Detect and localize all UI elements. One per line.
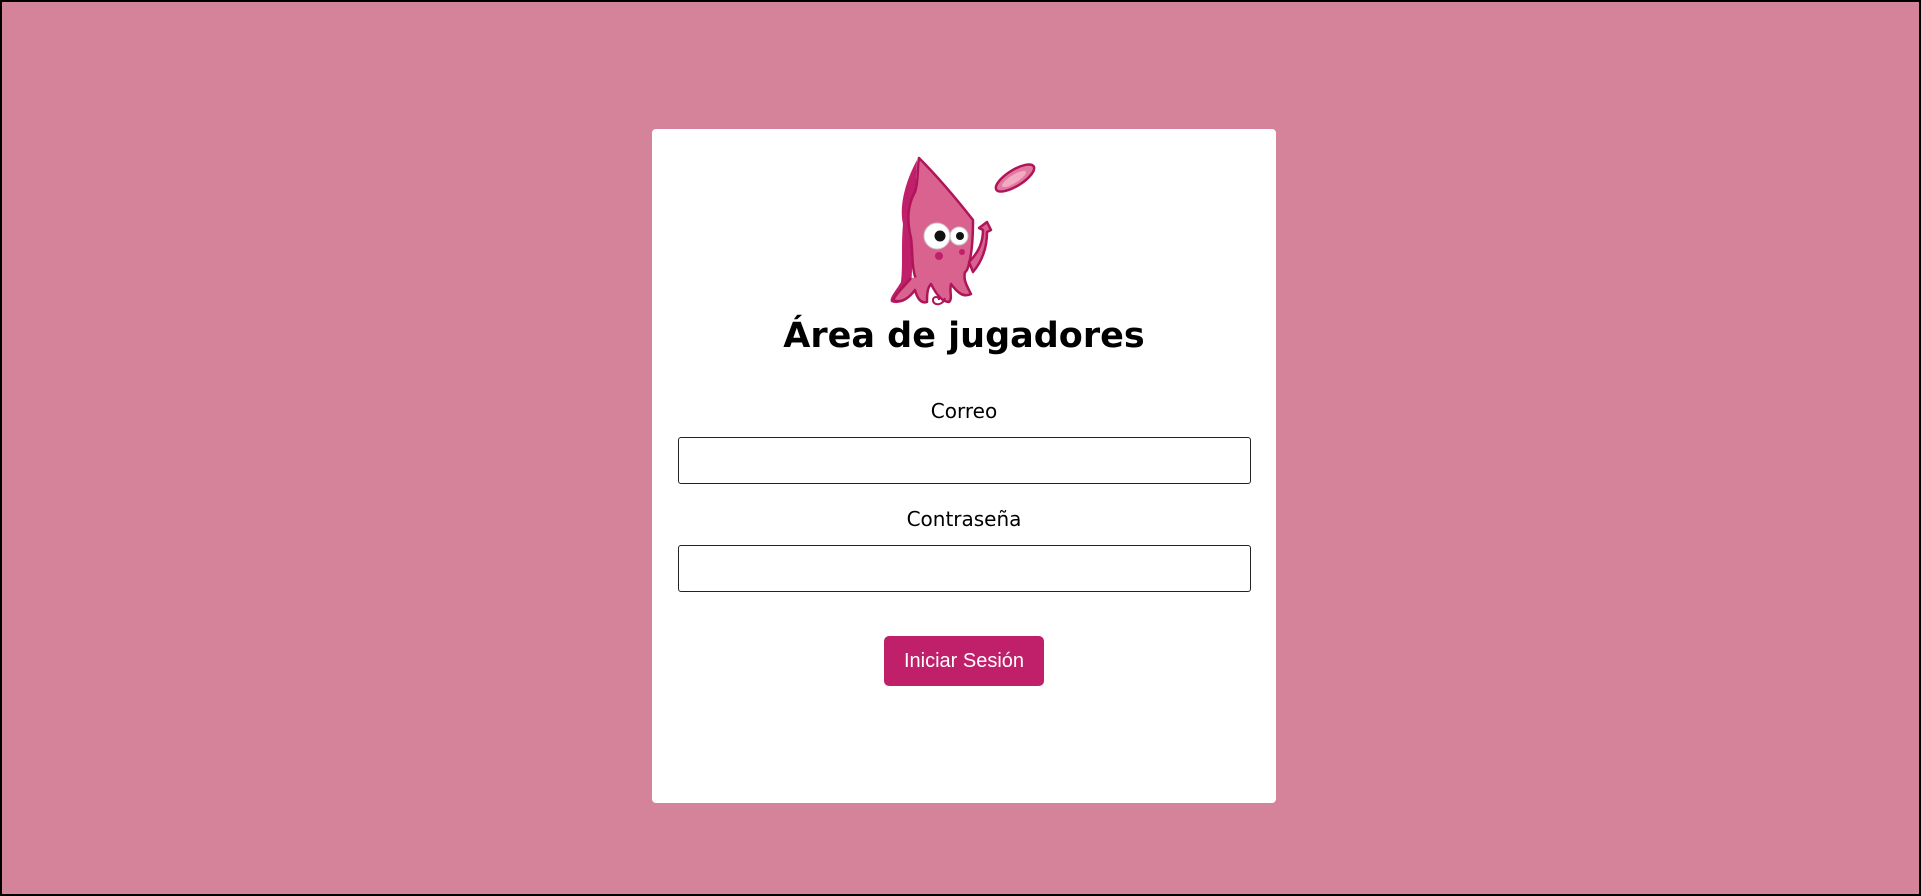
email-label: Correo	[930, 399, 998, 423]
email-field[interactable]	[678, 437, 1251, 484]
login-card: Área de jugadores Correo Contraseña Inic…	[652, 129, 1276, 803]
password-label: Contraseña	[906, 507, 1022, 531]
password-field[interactable]	[678, 545, 1251, 592]
squid-mascot-icon	[887, 152, 1047, 307]
page-title: Área de jugadores	[783, 316, 1145, 356]
login-button[interactable]: Iniciar Sesión	[884, 636, 1044, 686]
